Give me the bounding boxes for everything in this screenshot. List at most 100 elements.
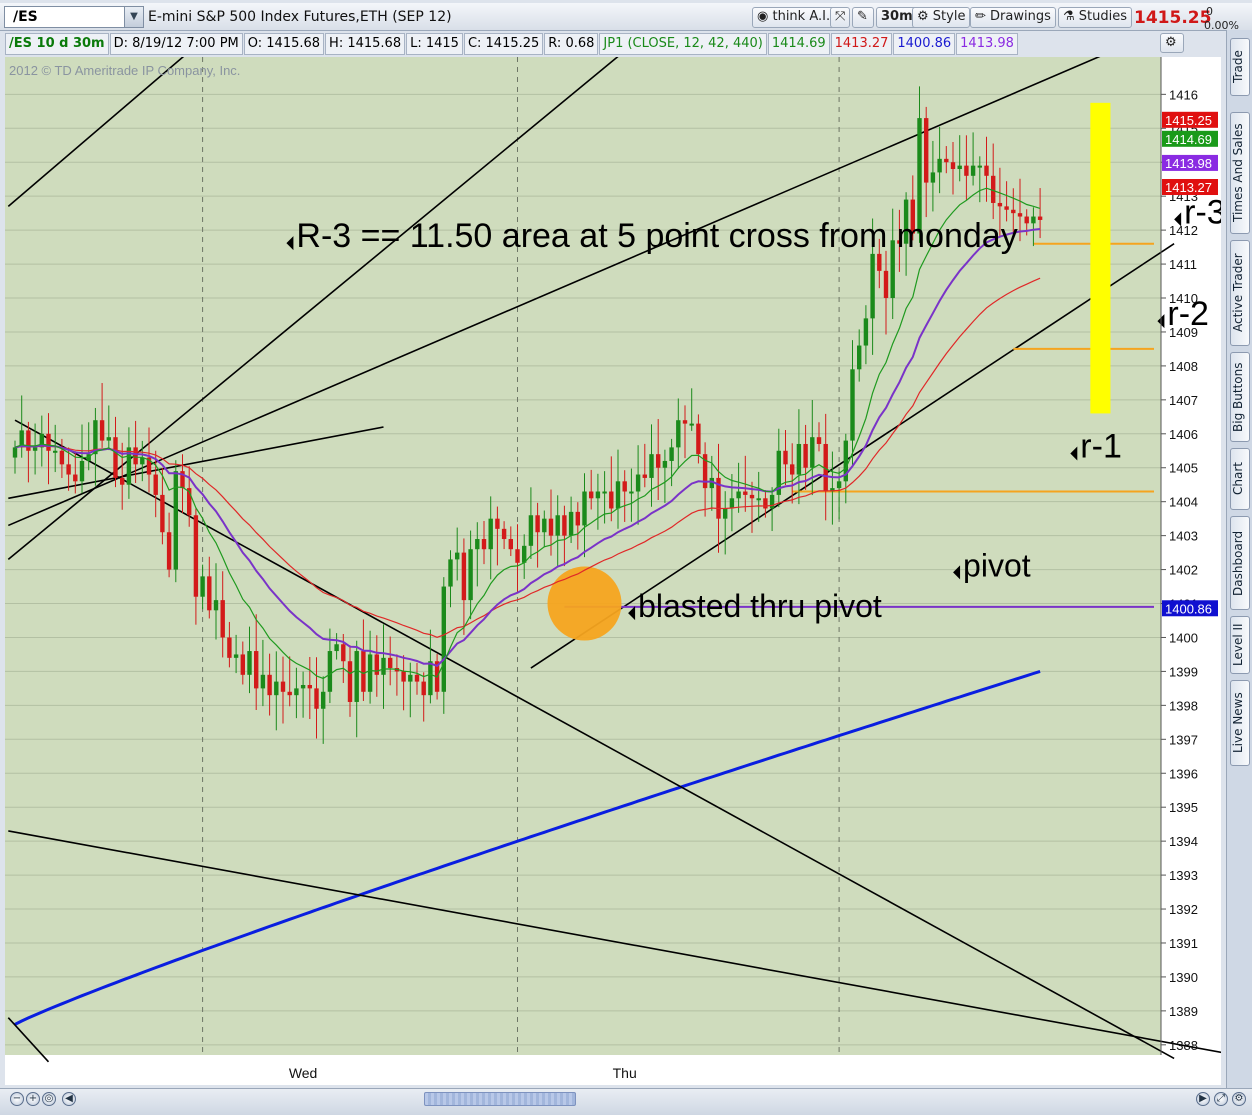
expand-icon[interactable]: ⤢ (1214, 1092, 1228, 1106)
candle-body (207, 576, 212, 611)
toolbar: /ES ▼ E-mini S&P 500 Index Futures,ETH (… (0, 3, 1252, 32)
candle-body (481, 539, 487, 550)
candle-body (783, 450, 788, 465)
drawings-label: Drawings (990, 9, 1051, 24)
info-bar: /ES 10 d 30m D: 8/19/12 7:00 PM O: 1415.… (5, 33, 1019, 55)
zoom-in-icon[interactable]: + (26, 1092, 40, 1106)
y-tick-label: 1409 (1169, 325, 1198, 340)
sidebar-tab-live-news[interactable]: Live News (1230, 680, 1250, 766)
candle-body (401, 671, 406, 682)
candle-body (1024, 216, 1029, 224)
candle-body (682, 420, 688, 424)
candle-body (1011, 209, 1016, 214)
sidebar-tab-level-ii[interactable]: Level II (1230, 616, 1250, 674)
price-chart[interactable]: R-3 == 11.50 area at 5 point cross from … (5, 57, 1221, 1085)
candle-body (488, 518, 493, 550)
style-label: Style (932, 9, 966, 24)
candle-body (12, 447, 18, 458)
chart-settings-icon[interactable]: ⚙ (1160, 33, 1184, 53)
think-ai-button[interactable]: ◉ think A.I. (752, 7, 836, 28)
annotation-text: R-3 == 11.50 area at 5 point cross from … (296, 217, 1017, 255)
candle-body (1017, 213, 1023, 217)
symbol-input[interactable]: /ES (4, 6, 144, 28)
y-tick-label: 1389 (1169, 1004, 1198, 1019)
y-tick-label: 1416 (1169, 87, 1198, 102)
sidebar-tab-active-trader[interactable]: Active Trader (1230, 240, 1250, 346)
candle-body (300, 684, 306, 689)
candle-body (548, 518, 554, 536)
info-close: C: 1415.25 (463, 33, 544, 55)
drawings-button[interactable]: ✏ Drawings (970, 7, 1056, 28)
candle-body (307, 684, 312, 689)
candle-body (461, 552, 467, 601)
candle-body (354, 651, 359, 702)
sidebar-tab-times-and-sales[interactable]: Times And Sales (1230, 112, 1250, 234)
candle-body (810, 437, 815, 468)
style-button[interactable]: ⚙ Style (912, 7, 971, 28)
magnify-icon[interactable]: ◎ (42, 1092, 56, 1106)
candle-body (361, 651, 366, 692)
candle-body (930, 172, 936, 183)
candle-body (595, 491, 601, 499)
scroll-right-icon[interactable]: ▶ (1196, 1092, 1210, 1106)
candle-body (227, 637, 232, 658)
candle-body (153, 474, 158, 495)
y-tick-label: 1393 (1169, 868, 1198, 883)
candle-body (441, 586, 446, 692)
price-tag-label: 1400.86 (1165, 601, 1212, 616)
candle-body (247, 651, 252, 675)
y-tick-label: 1406 (1169, 427, 1198, 442)
candle-body (535, 515, 540, 533)
candle-body (448, 559, 453, 587)
candle-body (294, 688, 299, 696)
candle-body (1004, 206, 1009, 210)
candle-body (414, 674, 420, 682)
sidebar-tab-trade[interactable]: Trade (1230, 38, 1250, 96)
candle-body (1031, 216, 1036, 224)
candle-body (749, 494, 755, 499)
annotation-text: pivot (963, 547, 1031, 583)
candle-body (26, 430, 31, 451)
candle-body (763, 498, 768, 509)
candle-body (388, 657, 393, 669)
crosshair-tool-button[interactable]: ⤧ (830, 7, 850, 28)
candle-body (59, 450, 65, 465)
sidebar-tab-big-buttons[interactable]: Big Buttons (1230, 352, 1250, 442)
sidebar-tab-chart[interactable]: Chart (1230, 448, 1250, 510)
think-ai-label: think A.I. (772, 9, 831, 24)
instrument-title: E-mini S&P 500 Index Futures,ETH (SEP 12… (148, 9, 452, 25)
bottom-bar: − + ◎ ◀ ▶ ⤢ ⚙ (0, 1088, 1252, 1115)
info-open: O: 1415.68 (243, 33, 325, 55)
y-tick-label: 1410 (1169, 291, 1198, 306)
candle-body (327, 651, 333, 692)
y-tick-label: 1388 (1169, 1038, 1198, 1053)
candle-body (166, 532, 172, 570)
candle-body (106, 437, 111, 441)
candle-body (475, 539, 480, 550)
settings-icon[interactable]: ⚙ (1232, 1092, 1246, 1106)
candle-body (428, 661, 433, 696)
info-value-2: 1413.27 (830, 33, 893, 55)
scrollbar-thumb[interactable] (424, 1092, 576, 1106)
sidebar-tab-dashboard[interactable]: Dashboard (1230, 516, 1250, 610)
last-price: 1415.25 (1134, 8, 1212, 28)
y-tick-label: 1404 (1169, 495, 1198, 510)
candle-body (280, 681, 286, 692)
candle-body (562, 515, 567, 536)
drawing-tool-button[interactable]: ✎ (852, 7, 874, 28)
candle-body (950, 162, 956, 170)
candle-body (173, 471, 178, 570)
scroll-left-icon[interactable]: ◀ (62, 1092, 76, 1106)
app-window: /ES ▼ E-mini S&P 500 Index Futures,ETH (… (0, 0, 1252, 1115)
candle-body (696, 423, 701, 455)
studies-button[interactable]: ⚗ Studies (1058, 7, 1133, 28)
y-tick-label: 1390 (1169, 970, 1198, 985)
candle-body (334, 644, 339, 652)
candle-body (421, 681, 426, 696)
candle-body (816, 437, 822, 444)
info-date: D: 8/19/12 7:00 PM (109, 33, 243, 55)
symbol-dropdown-icon[interactable]: ▼ (124, 6, 144, 28)
zoom-out-icon[interactable]: − (10, 1092, 24, 1106)
candle-body (589, 491, 594, 499)
y-tick-label: 1408 (1169, 359, 1198, 374)
